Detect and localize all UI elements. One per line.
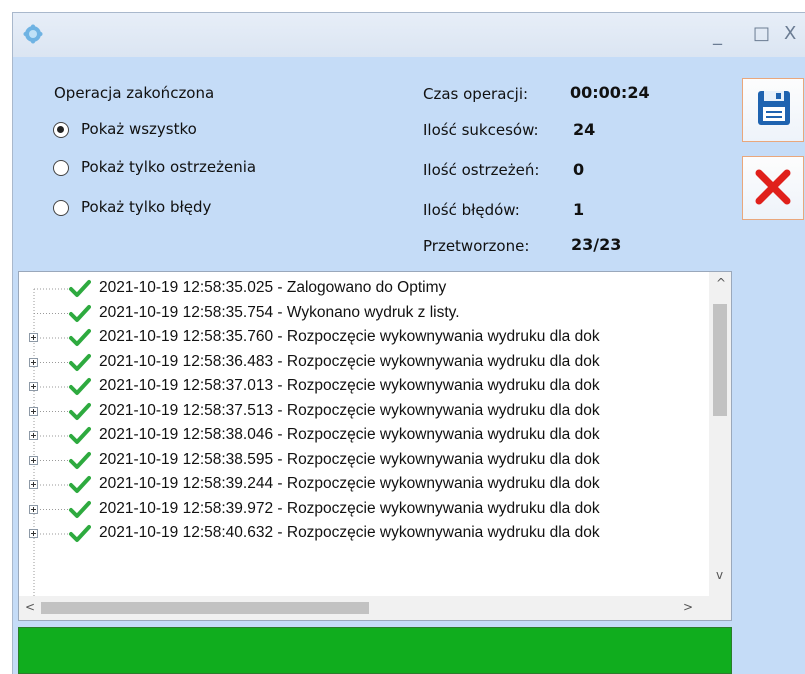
log-tree[interactable]: 2021-10-19 12:58:35.025 - Zalogowano do … — [18, 271, 732, 621]
radio-show-warnings-label[interactable]: Pokaż tylko ostrzeżenia — [81, 158, 256, 176]
success-check-icon — [69, 280, 91, 297]
stat-warnings-label: Ilość ostrzeżeń: — [423, 161, 540, 179]
vertical-scroll-thumb[interactable] — [713, 304, 727, 416]
status-heading: Operacja zakończona — [54, 84, 215, 102]
radio-show-warnings[interactable] — [53, 160, 69, 176]
cancel-button[interactable] — [742, 156, 804, 220]
log-entry[interactable]: 2021-10-19 12:58:37.513 - Rozpoczęcie wy… — [19, 400, 709, 424]
log-entry-text: 2021-10-19 12:58:35.760 - Rozpoczęcie wy… — [99, 328, 600, 345]
expand-icon[interactable] — [29, 431, 38, 440]
progress-status-bar — [18, 627, 732, 674]
log-entry-text: 2021-10-19 12:58:39.244 - Rozpoczęcie wy… — [99, 475, 600, 492]
radio-show-errors[interactable] — [53, 200, 69, 216]
stat-success-value: 24 — [573, 120, 596, 139]
radio-show-all[interactable] — [53, 122, 69, 138]
scroll-left-button[interactable]: < — [25, 600, 35, 614]
expand-icon[interactable] — [29, 455, 38, 465]
log-entry-text: 2021-10-19 12:58:38.046 - Rozpoczęcie wy… — [99, 426, 600, 443]
success-check-icon — [69, 451, 91, 469]
log-entry[interactable]: 2021-10-19 12:58:35.025 - Zalogowano do … — [19, 277, 709, 301]
log-entry[interactable]: 2021-10-19 12:58:35.754 - Wykonano wydru… — [19, 302, 709, 326]
stat-time-label: Czas operacji: — [423, 85, 529, 103]
maximize-button[interactable]: □ — [753, 21, 770, 47]
expand-icon[interactable] — [29, 406, 38, 416]
log-entry-text: 2021-10-19 12:58:37.513 - Rozpoczęcie wy… — [99, 401, 600, 419]
success-check-icon — [69, 476, 91, 493]
log-entry[interactable]: 2021-10-19 12:58:39.244 - Rozpoczęcie wy… — [19, 473, 709, 497]
horizontal-scrollbar[interactable]: < > — [19, 596, 709, 620]
radio-show-all-label[interactable]: Pokaż wszystko — [81, 120, 197, 138]
log-entry-text: 2021-10-19 12:58:40.632 - Rozpoczęcie wy… — [99, 524, 600, 541]
scroll-down-button[interactable]: v — [716, 568, 723, 582]
title-bar: _ □ X — [13, 13, 805, 57]
success-check-icon — [69, 353, 91, 371]
expand-icon[interactable] — [29, 480, 38, 489]
vertical-scrollbar[interactable]: ^ v — [709, 272, 731, 596]
log-entry[interactable]: 2021-10-19 12:58:40.632 - Rozpoczęcie wy… — [19, 522, 709, 546]
log-entry-text: 2021-10-19 12:58:35.025 - Zalogowano do … — [99, 279, 447, 296]
success-check-icon — [69, 525, 91, 542]
log-entry-text: 2021-10-19 12:58:36.483 - Rozpoczęcie wy… — [99, 352, 600, 370]
success-check-icon — [69, 402, 91, 420]
log-entry[interactable]: 2021-10-19 12:58:36.483 - Rozpoczęcie wy… — [19, 351, 709, 375]
close-window-button[interactable]: X — [784, 21, 796, 47]
stat-errors-value: 1 — [573, 200, 585, 219]
success-check-icon — [69, 304, 91, 322]
stat-processed-label: Przetworzone: — [423, 237, 530, 255]
save-button[interactable] — [742, 78, 804, 142]
log-entry-text: 2021-10-19 12:58:39.972 - Rozpoczęcie wy… — [99, 499, 600, 517]
radio-show-errors-label[interactable]: Pokaż tylko błędy — [81, 198, 211, 216]
stat-processed-value: 23/23 — [571, 235, 622, 254]
red-x-icon — [755, 169, 791, 205]
log-entry[interactable]: 2021-10-19 12:58:38.595 - Rozpoczęcie wy… — [19, 449, 709, 473]
success-check-icon — [69, 329, 91, 346]
scroll-right-button[interactable]: > — [683, 600, 693, 614]
expand-icon[interactable] — [29, 529, 38, 538]
stat-errors-label: Ilość błędów: — [423, 201, 520, 219]
stat-warnings-value: 0 — [573, 160, 585, 179]
success-check-icon — [69, 378, 91, 395]
log-entry[interactable]: 2021-10-19 12:58:37.013 - Rozpoczęcie wy… — [19, 375, 709, 399]
expand-icon[interactable] — [29, 333, 38, 342]
expand-icon[interactable] — [29, 504, 38, 514]
scroll-up-button[interactable]: ^ — [716, 276, 726, 290]
success-check-icon — [69, 500, 91, 518]
log-entry[interactable]: 2021-10-19 12:58:35.760 - Rozpoczęcie wy… — [19, 326, 709, 350]
scrollbar-corner — [709, 596, 731, 620]
log-entry-text: 2021-10-19 12:58:35.754 - Wykonano wydru… — [99, 303, 460, 321]
minimize-button[interactable]: _ — [713, 23, 722, 49]
log-entry[interactable]: 2021-10-19 12:58:39.972 - Rozpoczęcie wy… — [19, 498, 709, 522]
expand-icon[interactable] — [29, 357, 38, 367]
gear-icon — [23, 24, 43, 44]
expand-icon[interactable] — [29, 382, 38, 391]
operation-result-window: _ □ X Operacja zakończona Pokaż wszystko… — [12, 12, 805, 674]
stat-time-value: 00:00:24 — [570, 83, 650, 102]
log-entry-text: 2021-10-19 12:58:37.013 - Rozpoczęcie wy… — [99, 377, 600, 394]
success-check-icon — [69, 427, 91, 444]
stat-success-label: Ilość sukcesów: — [423, 121, 539, 139]
log-entry[interactable]: 2021-10-19 12:58:38.046 - Rozpoczęcie wy… — [19, 424, 709, 448]
log-entry-text: 2021-10-19 12:58:38.595 - Rozpoczęcie wy… — [99, 450, 600, 468]
floppy-disk-icon — [758, 91, 790, 125]
horizontal-scroll-thumb[interactable] — [41, 602, 369, 614]
